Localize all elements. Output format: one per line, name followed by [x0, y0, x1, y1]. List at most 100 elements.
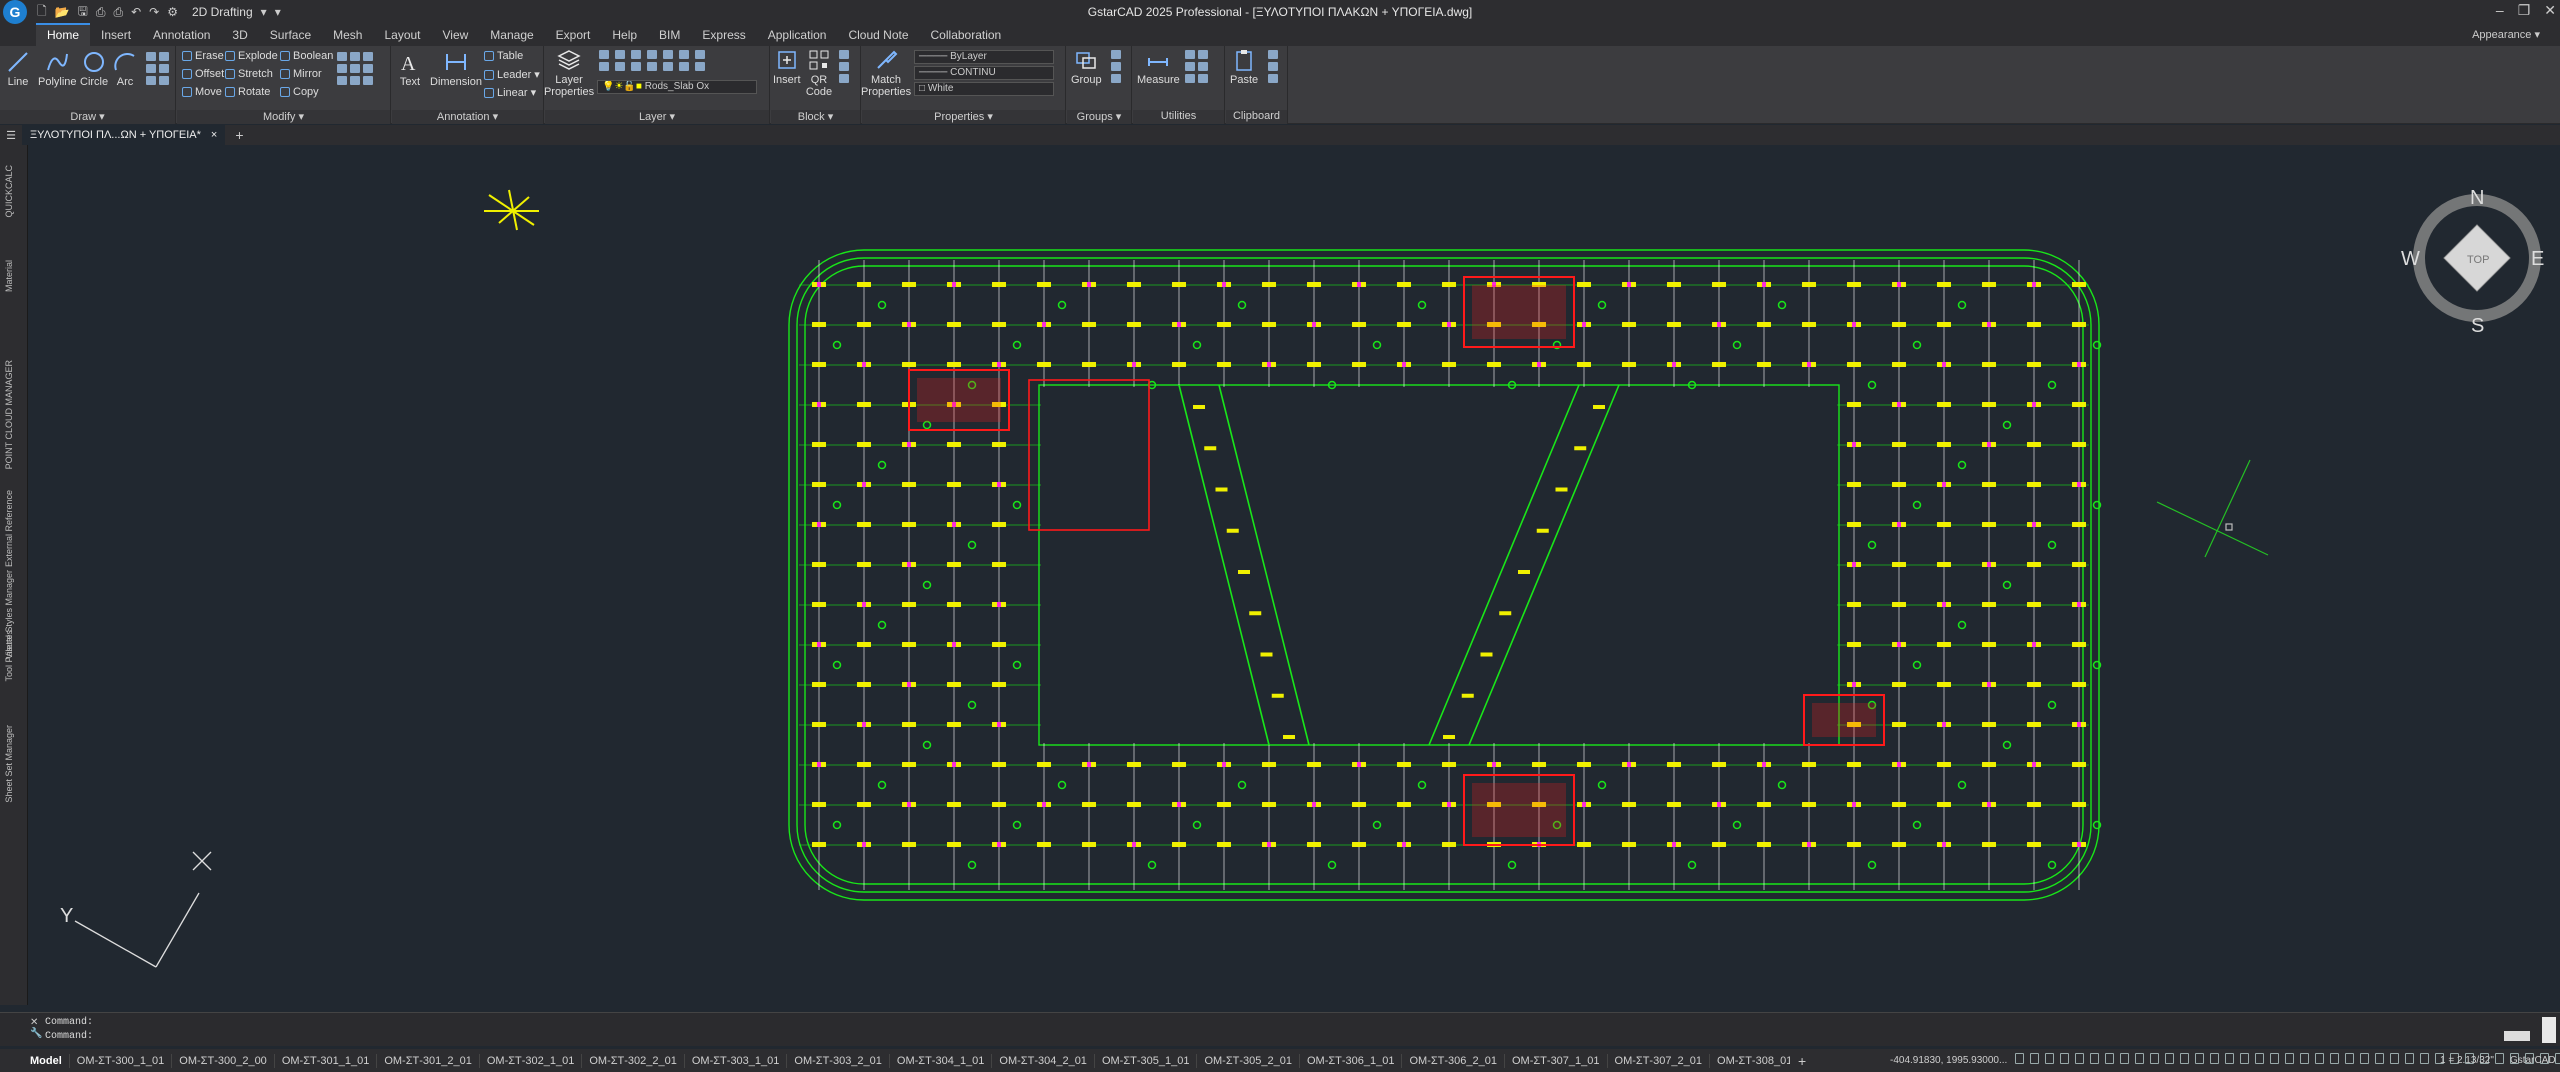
- command-prompt[interactable]: Command:: [45, 1031, 93, 1042]
- close-button[interactable]: ✕: [2544, 2, 2556, 19]
- layout-tab[interactable]: ΟΜ-ΣΤ-307_1_01: [1505, 1053, 1608, 1068]
- palette-tab-quickcalc[interactable]: QUICKCALC: [4, 165, 14, 218]
- new-tab-button[interactable]: +: [235, 127, 243, 143]
- stretch-button[interactable]: Stretch: [225, 68, 273, 80]
- mirror-button[interactable]: Mirror: [280, 68, 322, 80]
- document-tab[interactable]: ΞΥΛΟΤΥΠΟΙ ΠΛ...ΩΝ + ΥΠΟΓΕΙΑ* ×: [22, 125, 226, 145]
- paste-button[interactable]: Paste: [1230, 48, 1258, 86]
- layout-tab[interactable]: ΟΜ-ΣΤ-302_1_01: [480, 1053, 583, 1068]
- open-file-icon[interactable]: 📂: [55, 5, 70, 19]
- status-toggle-icon[interactable]: [2210, 1053, 2219, 1064]
- layout-tab-model[interactable]: Model: [0, 1053, 70, 1068]
- groups-panel-title[interactable]: Groups ▾: [1067, 110, 1131, 124]
- status-toggle-icon[interactable]: [2270, 1053, 2279, 1064]
- undo-icon[interactable]: ↶: [131, 5, 141, 19]
- tab-application[interactable]: Application: [757, 25, 838, 46]
- status-toggle-icon[interactable]: [2360, 1053, 2369, 1064]
- viewcube-top-label[interactable]: TOP: [2467, 254, 2489, 266]
- save-icon[interactable]: 🖫: [78, 2, 88, 23]
- status-toggle-icon[interactable]: [2090, 1053, 2099, 1064]
- coordinate-readout[interactable]: -404.91830, 1995.93000...: [1890, 1055, 2007, 1066]
- viewcube-west[interactable]: W: [2401, 248, 2420, 270]
- layout-tab[interactable]: ΟΜ-ΣΤ-303_2_01: [787, 1053, 890, 1068]
- status-toggle-icon[interactable]: [2180, 1053, 2189, 1064]
- layout-tab[interactable]: ΟΜ-ΣΤ-300_2_00: [172, 1053, 275, 1068]
- layout-tab[interactable]: ΟΜ-ΣΤ-305_2_01: [1197, 1053, 1300, 1068]
- status-toggle-icon[interactable]: [2075, 1053, 2084, 1064]
- cad-drawing[interactable]: Y TOP N S E W: [29, 145, 2560, 1005]
- block-extra-tools[interactable]: [839, 50, 849, 83]
- status-toggle-icon[interactable]: [2255, 1053, 2264, 1064]
- layout-tab[interactable]: ΟΜ-ΣΤ-301_1_01: [275, 1053, 378, 1068]
- status-toggle-icon[interactable]: [2495, 1053, 2504, 1064]
- color-dropdown[interactable]: □ White: [914, 82, 1054, 96]
- copy-button[interactable]: Copy: [280, 86, 319, 98]
- status-toggle-icon[interactable]: [2030, 1053, 2039, 1064]
- add-layout-button[interactable]: +: [1798, 1053, 1806, 1069]
- status-toggle-icon[interactable]: [2015, 1053, 2024, 1064]
- close-command-icon[interactable]: ✕: [30, 1017, 42, 1028]
- layout-tab[interactable]: ΟΜ-ΣΤ-304_2_01: [992, 1053, 1095, 1068]
- customize-qat-icon[interactable]: ▾: [275, 5, 281, 19]
- layout-tab[interactable]: ΟΜ-ΣΤ-304_1_01: [890, 1053, 993, 1068]
- status-toggle-icon[interactable]: [2165, 1053, 2174, 1064]
- tab-surface[interactable]: Surface: [259, 25, 322, 46]
- status-toggle-icon[interactable]: [2330, 1053, 2339, 1064]
- layout-tab[interactable]: ΟΜ-ΣΤ-306_1_01: [1300, 1053, 1403, 1068]
- status-toggle-icon[interactable]: [2420, 1053, 2429, 1064]
- layout-tab[interactable]: ΟΜ-ΣΤ-301_2_01: [377, 1053, 480, 1068]
- measure-button[interactable]: Measure: [1137, 48, 1180, 86]
- status-toggle-icon[interactable]: [2390, 1053, 2399, 1064]
- close-tab-icon[interactable]: ×: [211, 125, 217, 145]
- explode-button[interactable]: Explode: [225, 50, 278, 62]
- drawing-canvas[interactable]: Y TOP N S E W: [29, 145, 2560, 1005]
- draw-extra-tools[interactable]: [146, 52, 169, 85]
- workspace-gear-icon[interactable]: ⚙: [167, 5, 178, 19]
- utilities-extra-tools[interactable]: [1185, 50, 1208, 83]
- chevron-down-icon[interactable]: ▾: [261, 5, 267, 19]
- palette-tab-material[interactable]: Material: [4, 260, 14, 292]
- layout-tab[interactable]: ΟΜ-ΣΤ-300_1_01: [70, 1053, 173, 1068]
- palette-tab-point-cloud-manager[interactable]: POINT CLOUD MANAGER: [4, 360, 14, 469]
- qr-code-button[interactable]: QR Code: [805, 48, 833, 98]
- block-panel-title[interactable]: Block ▾: [771, 110, 860, 124]
- current-layer-dropdown[interactable]: 💡☀🔓■ Rods_Slab Ox: [597, 80, 757, 94]
- status-toggle-icon[interactable]: [2240, 1053, 2249, 1064]
- insert-block-button[interactable]: Insert: [773, 48, 801, 86]
- workspace-dropdown[interactable]: 2D Drafting: [192, 5, 253, 19]
- viewcube-south[interactable]: S: [2471, 315, 2484, 337]
- customize-command-icon[interactable]: 🔧: [30, 1028, 42, 1039]
- linear-button[interactable]: Linear ▾: [484, 86, 536, 99]
- status-toggle-icon[interactable]: [2345, 1053, 2354, 1064]
- status-toggle-icon[interactable]: [2300, 1053, 2309, 1064]
- line-button[interactable]: Line: [6, 50, 30, 88]
- polyline-button[interactable]: Polyline: [38, 50, 77, 88]
- rotate-button[interactable]: Rotate: [225, 86, 270, 98]
- layout-tab[interactable]: ΟΜ-ΣΤ-308_01: [1710, 1054, 1790, 1068]
- layout-tab[interactable]: ΟΜ-ΣΤ-302_2_01: [582, 1053, 685, 1068]
- lineweight-dropdown[interactable]: ──── ByLayer: [914, 50, 1054, 64]
- status-toggle-icon[interactable]: [2045, 1053, 2054, 1064]
- circle-button[interactable]: Circle: [80, 50, 108, 88]
- modify-panel-title[interactable]: Modify ▾: [177, 110, 390, 124]
- text-button[interactable]: A Text: [398, 50, 422, 88]
- annotation-panel-title[interactable]: Annotation ▾: [392, 110, 543, 124]
- viewcube[interactable]: TOP N S E W: [2401, 187, 2544, 337]
- status-toggle-icon[interactable]: [2195, 1053, 2204, 1064]
- tab-layout[interactable]: Layout: [373, 25, 431, 46]
- arc-button[interactable]: Arc: [113, 50, 137, 88]
- layout-tab[interactable]: ΟΜ-ΣΤ-305_1_01: [1095, 1053, 1198, 1068]
- linetype-dropdown[interactable]: ──── CONTINU: [914, 66, 1054, 80]
- table-button[interactable]: Table: [484, 50, 523, 62]
- status-toggle-icon[interactable]: [2555, 1053, 2560, 1064]
- minimize-button[interactable]: –: [2496, 2, 2504, 19]
- layout-tab[interactable]: ΟΜ-ΣΤ-306_2_01: [1402, 1053, 1505, 1068]
- command-window[interactable]: ✕ 🔧 Command: Command:: [0, 1012, 2560, 1046]
- new-file-icon[interactable]: 🗋: [37, 2, 47, 23]
- tab-view[interactable]: View: [432, 25, 480, 46]
- palette-tab-sheet-set-manager[interactable]: Sheet Set Manager: [4, 725, 14, 803]
- hamburger-menu-icon[interactable]: ☰: [0, 129, 22, 142]
- tab-mesh[interactable]: Mesh: [322, 25, 373, 46]
- move-button[interactable]: Move: [182, 86, 222, 98]
- status-toggle-icon[interactable]: [2405, 1053, 2414, 1064]
